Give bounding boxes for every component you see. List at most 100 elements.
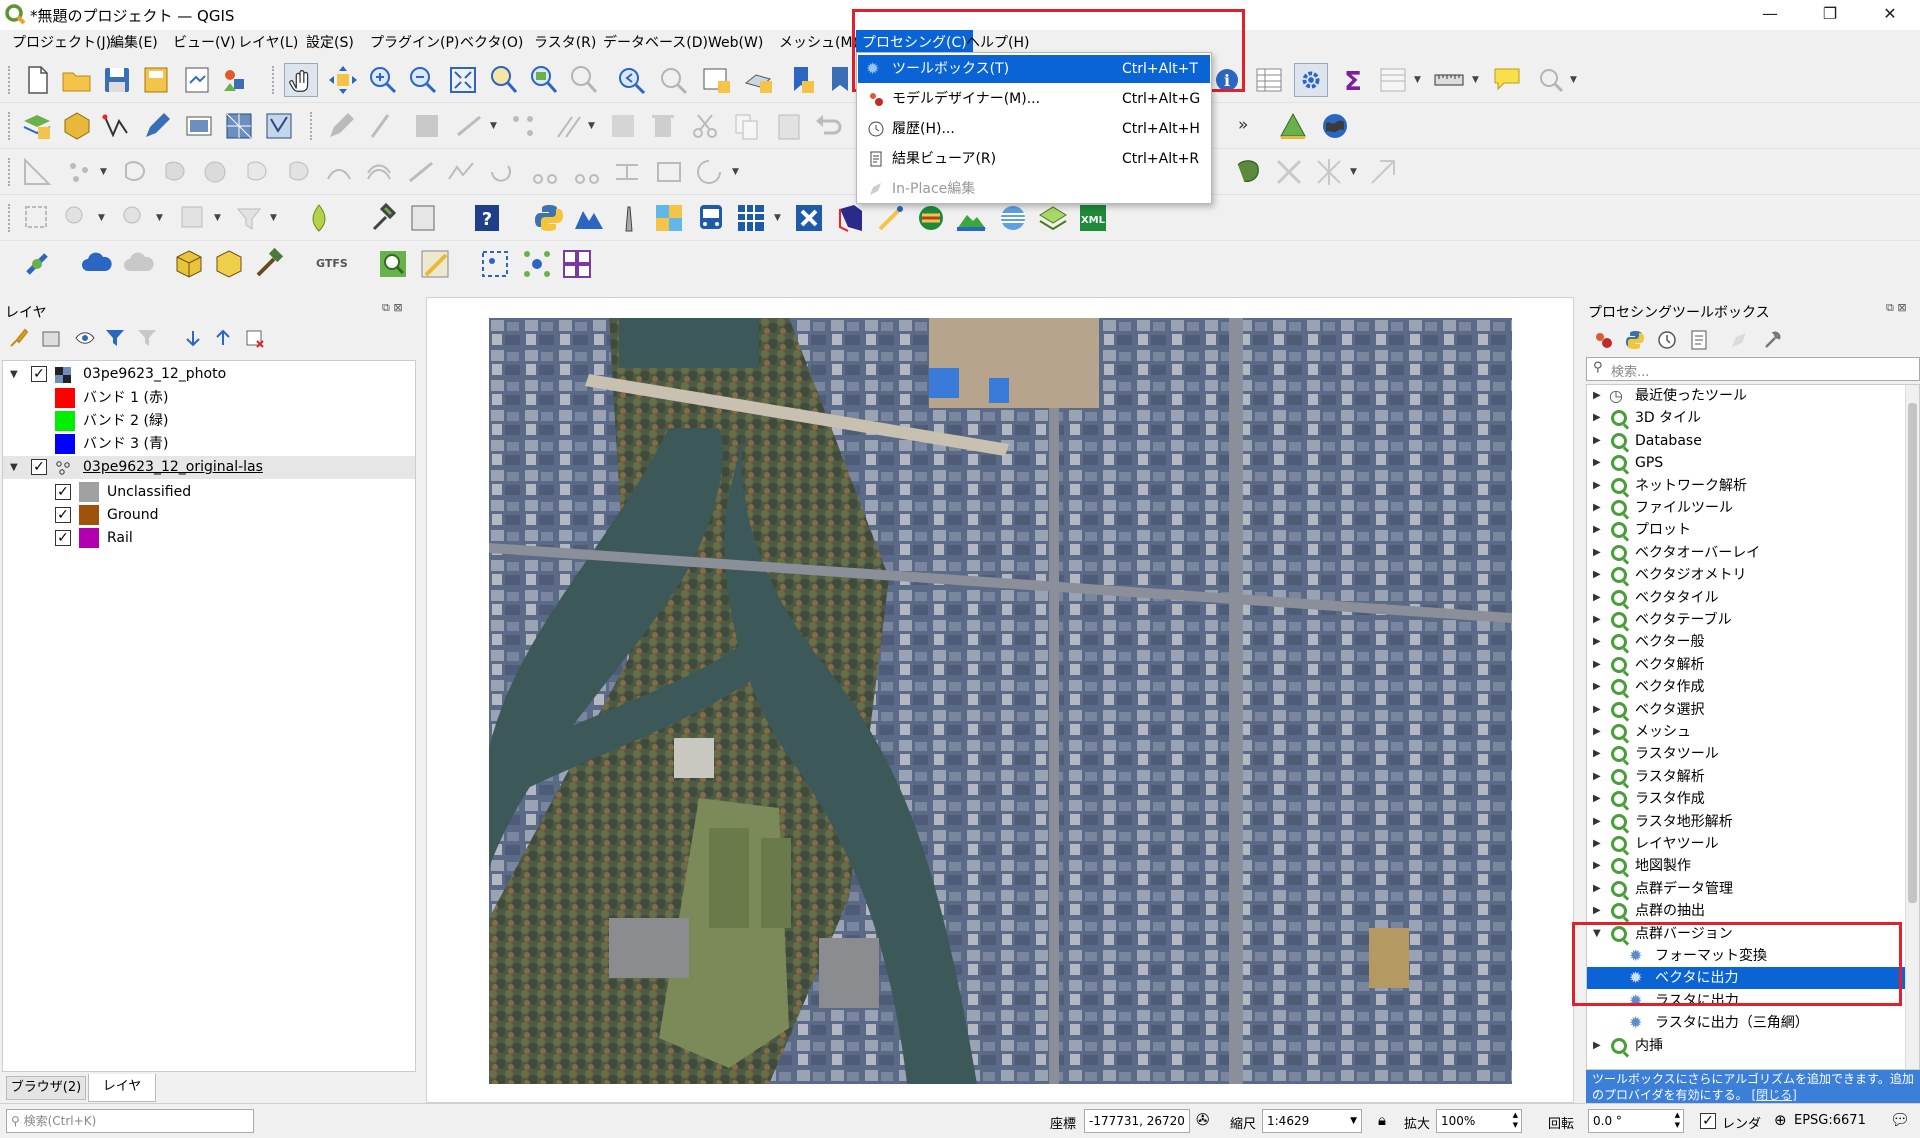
menu-raster[interactable]: ラスタ(R)	[528, 30, 602, 56]
hammer-icon[interactable]	[252, 247, 286, 281]
expand-arrow-icon[interactable]: ▶	[1593, 452, 1601, 474]
copy-features-icon[interactable]	[730, 109, 764, 143]
style-manager-icon[interactable]	[218, 63, 252, 97]
expand-arrow-icon[interactable]: ▶	[1593, 855, 1601, 877]
xml-export-icon[interactable]: XML	[1076, 201, 1110, 235]
scrollbar-thumb[interactable]	[1908, 403, 1917, 903]
expand-arrow-icon[interactable]: ▶	[1593, 788, 1601, 810]
vertex-select-icon[interactable]	[1366, 155, 1400, 189]
open-project-icon[interactable]	[60, 63, 94, 97]
menu-item-model-designer[interactable]: モデルデザイナー(M)... Ctrl+Alt+G	[858, 85, 1210, 113]
reshape-icon[interactable]	[322, 155, 356, 189]
menu-settings[interactable]: 設定(S)	[300, 30, 360, 56]
deselect-all-icon[interactable]	[118, 201, 152, 235]
toolbox-group[interactable]: ▶ ラスタツール	[1587, 743, 1905, 765]
select-by-expression-icon[interactable]	[60, 201, 94, 235]
merge-features-icon[interactable]	[610, 155, 644, 189]
add-point-icon[interactable]	[62, 155, 96, 189]
modify-attributes-icon[interactable]	[552, 109, 586, 143]
rotation-spinbox[interactable]: 0.0 ° ▲ ▼	[1588, 1109, 1684, 1133]
pan-to-selection-icon[interactable]	[326, 63, 360, 97]
processing-toolbox-icon[interactable]	[1294, 63, 1328, 97]
toolbox-group[interactable]: ▶ ◷ 最近使ったツール	[1587, 385, 1905, 407]
simplify-icon[interactable]	[444, 155, 478, 189]
save-as-icon[interactable]	[140, 63, 174, 97]
filter-features-icon[interactable]	[232, 201, 266, 235]
plugin-tools-icon[interactable]	[368, 201, 402, 235]
zoom-to-layer-icon[interactable]	[526, 63, 560, 97]
zoom-native-icon[interactable]	[566, 63, 600, 97]
expand-arrow-icon[interactable]: ▶	[1593, 497, 1601, 519]
results-viewer-icon[interactable]	[1688, 329, 1710, 351]
tab-browser[interactable]: ブラウザ(2)	[6, 1076, 86, 1100]
expand-arrow-icon[interactable]: ▶	[1593, 721, 1601, 743]
toolbox-group[interactable]: ▶ 地図製作	[1587, 855, 1905, 877]
expand-arrow-icon[interactable]: ▶	[1593, 564, 1601, 586]
expand-arrow-icon[interactable]: ▶	[1593, 900, 1601, 922]
expand-arrow-icon[interactable]: ▶	[1593, 743, 1601, 765]
expand-arrow-icon[interactable]: ▶	[1593, 654, 1601, 676]
toolbox-group[interactable]: ▶ ベクタタイル	[1587, 587, 1905, 609]
toolbox-group[interactable]: ▶ プロット	[1587, 519, 1905, 541]
menu-plugins[interactable]: プラグイン(P)	[364, 30, 465, 56]
field-calculator-icon[interactable]	[1376, 63, 1410, 97]
offset-curve-icon[interactable]	[362, 155, 396, 189]
toolbox-group[interactable]: ▶ ベクタオーバーレイ	[1587, 542, 1905, 564]
delete-ring-icon[interactable]	[240, 155, 274, 189]
style-brush-icon[interactable]	[8, 327, 30, 349]
menu-item-history[interactable]: 履歴(H)... Ctrl+Alt+H	[858, 115, 1210, 143]
messages-icon[interactable]: 💬︎	[1890, 1110, 1910, 1129]
zoom-to-selection-icon[interactable]	[486, 63, 520, 97]
toolbox-group[interactable]: ▶ ネットワーク解析	[1587, 475, 1905, 497]
expand-arrow-icon[interactable]: ▶	[1593, 430, 1601, 452]
expand-arrow-icon[interactable]: ▶	[1593, 811, 1601, 833]
digitize-vertex-icon[interactable]	[100, 109, 134, 143]
attribute-table-icon[interactable]	[1252, 63, 1286, 97]
expand-arrow-icon[interactable]: ▶	[1593, 833, 1601, 855]
expand-arrow-icon[interactable]: ▶	[1593, 542, 1601, 564]
toolbox-group[interactable]: ▶ ベクタ解析	[1587, 654, 1905, 676]
network-icon[interactable]	[520, 247, 554, 281]
toolbox-group[interactable]: ▶ メッシュ	[1587, 721, 1905, 743]
delete-part-icon[interactable]	[282, 155, 316, 189]
locator-search-input[interactable]: ⚲ 検索(Ctrl+K)	[6, 1109, 254, 1133]
toolbox-group[interactable]: ▶ 点群の抽出	[1587, 900, 1905, 922]
dashed-select-icon[interactable]	[478, 247, 512, 281]
expand-all-icon[interactable]	[182, 327, 204, 349]
collapse-all-icon[interactable]	[212, 327, 234, 349]
tower-icon[interactable]	[612, 201, 646, 235]
expand-arrow-icon[interactable]: ▶	[1593, 878, 1601, 900]
toolbox-search-input[interactable]: ⚲ 検索...	[1586, 357, 1920, 381]
expand-arrow-icon[interactable]: ▶	[1593, 609, 1601, 631]
coordinate-field[interactable]: -177731, 26720	[1084, 1109, 1190, 1133]
close-window-button[interactable]: ✕	[1860, 0, 1920, 30]
toolbox-group[interactable]: ▶ ベクタテーブル	[1587, 609, 1905, 631]
lock-icon[interactable]: 🔒︎	[1378, 1111, 1386, 1129]
toolbox-group[interactable]: ▶ 3D タイル	[1587, 407, 1905, 429]
virtual-layer-icon[interactable]	[182, 109, 216, 143]
qms-tiles-icon[interactable]	[652, 201, 686, 235]
trim-extend-icon[interactable]	[1272, 155, 1306, 189]
minimize-button[interactable]: —	[1740, 0, 1800, 30]
class-checkbox[interactable]: ✓	[55, 484, 71, 500]
profile-tool-icon[interactable]	[572, 201, 606, 235]
satellite-icon[interactable]	[20, 247, 54, 281]
search-map-icon[interactable]	[376, 247, 410, 281]
terrain-icon[interactable]	[954, 201, 988, 235]
panel-dock-buttons[interactable]: ⧉ ⊠	[1886, 301, 1907, 315]
filter-expression-icon[interactable]	[136, 327, 158, 349]
3d-box-alt-icon[interactable]	[212, 247, 246, 281]
undo-icon[interactable]	[812, 109, 846, 143]
menu-item-toolbox[interactable]: ✹ ツールボックス(T) Ctrl+Alt+T	[858, 55, 1210, 83]
snapping-icon[interactable]	[1312, 155, 1346, 189]
map-pencil-icon[interactable]	[418, 247, 452, 281]
menu-database[interactable]: データベース(D)	[597, 30, 714, 56]
digitize-ruler-icon[interactable]	[20, 155, 54, 189]
split-features-icon[interactable]	[528, 155, 562, 189]
expand-arrow-icon[interactable]: ▶	[1593, 475, 1601, 497]
locator-icon[interactable]	[1534, 63, 1568, 97]
expand-arrow-icon[interactable]: ▶	[1593, 676, 1601, 698]
toolbox-group[interactable]: ▶ Database	[1587, 430, 1905, 452]
layers-stack-icon[interactable]	[1036, 201, 1070, 235]
mouse-cursor-icon[interactable]: ✇	[1196, 1110, 1209, 1129]
